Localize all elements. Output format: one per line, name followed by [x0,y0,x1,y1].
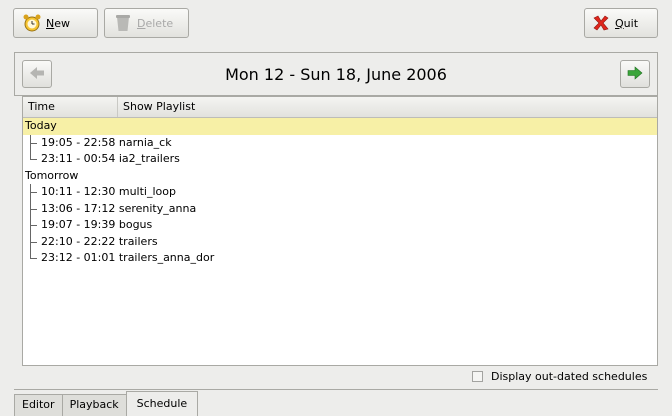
display-outdated-label: Display out-dated schedules [491,370,648,383]
column-header-time[interactable]: Time [23,97,118,117]
delete-button[interactable]: Delete [104,8,189,38]
group-label: Today [25,119,57,132]
tab-bar: Editor Playback Schedule [14,391,199,416]
schedule-text: 23:12 - 01:01 trailers_anna_dor [41,251,215,264]
group-row-today[interactable]: Today [23,118,657,135]
new-button-label: ew [54,16,70,30]
schedule-text: 19:07 - 19:39 bogus [41,218,153,231]
right-arrow-icon [627,65,643,83]
schedule-row[interactable]: 23:11 - 00:54 ia2_trailers [23,151,657,168]
display-outdated-option[interactable]: Display out-dated schedules [472,370,647,383]
week-title: Mon 12 - Sun 18, June 2006 [225,65,447,84]
schedule-text: 19:05 - 22:58 narnia_ck [41,135,172,149]
tab-playback[interactable]: Playback [61,394,127,416]
recycle-bin-icon [113,13,133,33]
schedule-row[interactable]: 22:10 - 22:22 trailers [23,233,657,250]
schedule-text: 10:11 - 12:30 multi_loop [41,185,176,198]
next-week-button[interactable] [620,60,650,88]
week-navigator: Mon 12 - Sun 18, June 2006 [14,52,658,96]
schedule-row[interactable]: 13:06 - 17:12 serenity_anna [23,200,657,217]
quit-button-label: uit [623,16,639,30]
delete-button-label: elete [145,16,174,30]
alarm-clock-icon [22,13,42,33]
list-header: Time Show Playlist [23,97,657,118]
schedule-row[interactable]: 19:05 - 22:58 narnia_ck [23,134,657,151]
group-row-tomorrow[interactable]: Tomorrow [23,168,657,185]
group-label: Tomorrow [25,168,79,182]
tab-divider [14,389,658,390]
schedule-row[interactable]: 10:11 - 12:30 multi_loop [23,184,657,201]
tab-schedule[interactable]: Schedule [125,391,199,416]
schedule-list[interactable]: Time Show Playlist Today 19:05 - 22:58 n… [22,96,658,366]
new-button-mnemonic: N [46,16,55,30]
schedule-row[interactable]: 23:12 - 01:01 trailers_anna_dor [23,250,657,267]
new-button[interactable]: New [13,8,98,38]
schedule-row[interactable]: 19:07 - 19:39 bogus [23,217,657,234]
quit-button-mnemonic: Q [615,16,624,30]
schedule-text: 22:10 - 22:22 trailers [41,234,158,248]
schedule-text: 13:06 - 17:12 serenity_anna [41,201,197,215]
display-outdated-checkbox[interactable] [472,371,483,382]
red-x-icon [591,13,611,33]
column-header-show-playlist[interactable]: Show Playlist [118,97,657,117]
quit-button[interactable]: Quit [584,8,658,38]
schedule-text: 23:11 - 00:54 ia2_trailers [41,152,180,165]
tab-editor[interactable]: Editor [14,394,63,416]
